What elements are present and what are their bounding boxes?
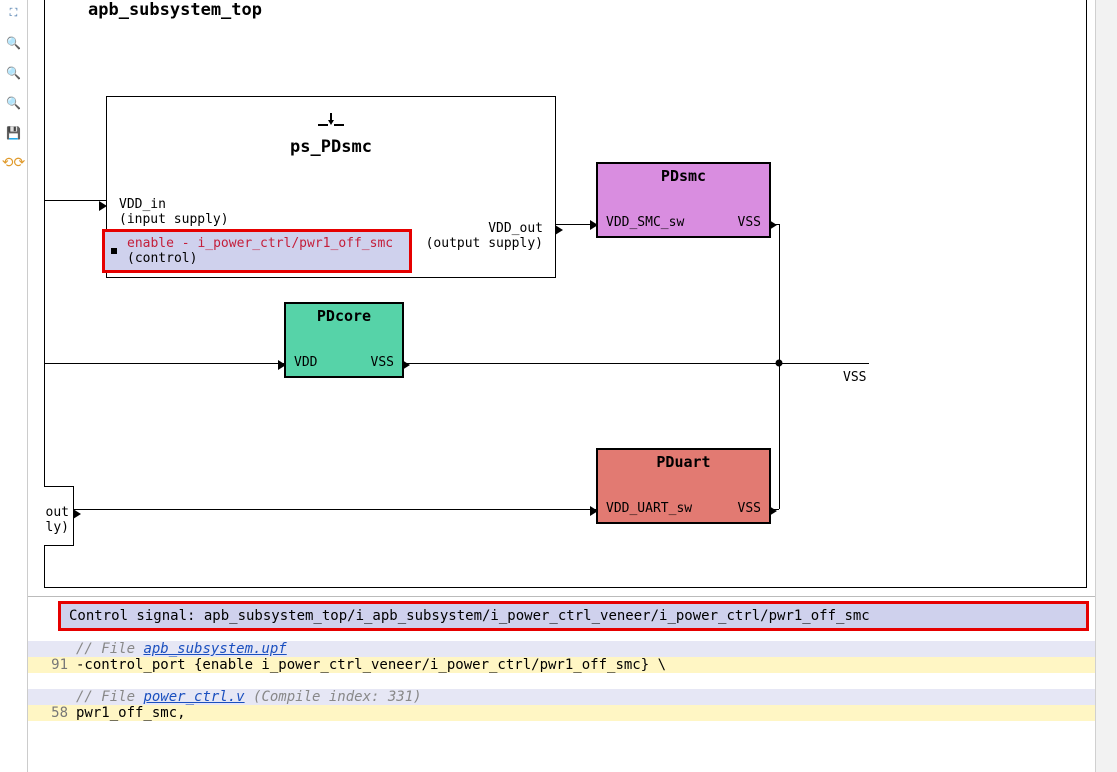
refresh-icon[interactable]: ⟲⟳: [3, 152, 25, 174]
pduart-right-port: VSS: [738, 501, 761, 516]
code-row[interactable]: 91-control_port {enable i_power_ctrl_ven…: [28, 657, 1095, 673]
vdd-in-sub: (input supply): [119, 212, 229, 227]
cutoff-line2: ly): [46, 520, 69, 535]
cutoff-block: out ly): [44, 486, 74, 546]
pdsmc-vdd-port-icon: [590, 220, 598, 230]
pdsmc-title: PDsmc: [598, 164, 769, 185]
pdcore-vss-port-icon: [402, 360, 410, 370]
line-number: 91: [34, 657, 76, 673]
code-row[interactable]: // File apb_subsystem.upf: [28, 641, 1095, 657]
right-scroll-strip: [1095, 0, 1117, 772]
cutoff-port-icon: [73, 509, 81, 519]
zoom-in-icon[interactable]: 🔍: [3, 32, 25, 54]
pdsmc-left-port: VDD_SMC_sw: [606, 215, 684, 230]
pdsmc-block[interactable]: PDsmc VDD_SMC_sw VSS: [596, 162, 771, 238]
pdcore-left-port: VDD: [294, 355, 317, 370]
vss-label: VSS: [843, 370, 866, 385]
code-text: pwr1_off_smc,: [76, 705, 1089, 721]
enable-sub: (control): [127, 251, 401, 266]
pdcore-block[interactable]: PDcore VDD VSS: [284, 302, 404, 378]
pdsmc-vss-port-icon: [769, 220, 777, 230]
ps-pdsmc-block[interactable]: ps_PDsmc VDD_in (input supply) VDD_out (…: [106, 96, 556, 278]
enable-text: enable - i_power_ctrl/pwr1_off_smc: [127, 236, 401, 251]
wire-pdcore-vss: [404, 363, 779, 364]
info-panel: Control signal: apb_subsystem_top/i_apb_…: [28, 596, 1095, 772]
pduart-vss-port-icon: [769, 506, 777, 516]
code-row[interactable]: 58pwr1_off_smc,: [28, 705, 1095, 721]
vdd-out-port-icon: [555, 225, 563, 235]
pduart-left-port: VDD_UART_sw: [606, 501, 692, 516]
code-text: -control_port {enable i_power_ctrl_venee…: [76, 657, 1089, 673]
wire-pdsmc-vss-stub: [771, 224, 779, 225]
control-signal-line[interactable]: Control signal: apb_subsystem_top/i_apb_…: [58, 601, 1089, 631]
pduart-title: PDuart: [598, 450, 769, 471]
zoom-out-icon[interactable]: 🔍: [3, 62, 25, 84]
code-row[interactable]: [28, 673, 1095, 689]
switch-icon: [316, 111, 346, 129]
pdcore-title: PDcore: [286, 304, 402, 325]
left-toolbar: ⛶ 🔍 🔍 🔍 💾 ⟲⟳: [0, 0, 28, 772]
code-text: // File apb_subsystem.upf: [76, 641, 1089, 657]
module-title: apb_subsystem_top: [88, 0, 262, 20]
vdd-in-label: VDD_in: [119, 197, 166, 212]
pdcore-vdd-port-icon: [278, 360, 286, 370]
wire-vss-label-stub: [779, 363, 869, 364]
code-row[interactable]: // File power_ctrl.v (Compile index: 331…: [28, 689, 1095, 705]
pduart-vdd-port-icon: [590, 506, 598, 516]
wire-into-pdcore-vdd: [44, 363, 284, 364]
code-text: [76, 673, 1089, 689]
pdsmc-right-port: VSS: [738, 215, 761, 230]
cutoff-line1: out: [46, 505, 69, 520]
save-icon[interactable]: 💾: [3, 122, 25, 144]
wire-cutoff-to-pduart: [74, 509, 596, 510]
wire-vss-bus: [779, 224, 780, 509]
wire-pduart-vss-stub: [771, 509, 779, 510]
vdd-out-label: VDD_out: [488, 221, 543, 236]
code-text: // File power_ctrl.v (Compile index: 331…: [76, 689, 1089, 705]
diagram-canvas[interactable]: apb_subsystem_top ps_PDsmc VDD_in (input…: [28, 0, 1095, 596]
ps-block-title: ps_PDsmc: [107, 137, 555, 157]
line-number: 58: [34, 705, 76, 721]
pdcore-right-port: VSS: [371, 355, 394, 370]
outer-module-box: [44, 0, 1087, 588]
pduart-block[interactable]: PDuart VDD_UART_sw VSS: [596, 448, 771, 524]
enable-port-icon: [111, 248, 117, 254]
code-listing[interactable]: // File apb_subsystem.upf91-control_port…: [28, 641, 1095, 721]
zoom-selection-icon[interactable]: 🔍: [3, 92, 25, 114]
enable-signal-box[interactable]: enable - i_power_ctrl/pwr1_off_smc (cont…: [102, 229, 412, 273]
vdd-in-port-icon: [99, 201, 107, 211]
fit-icon[interactable]: ⛶: [3, 2, 25, 24]
wire-into-vdd-in: [44, 200, 106, 201]
vdd-out-sub: (output supply): [426, 236, 543, 251]
